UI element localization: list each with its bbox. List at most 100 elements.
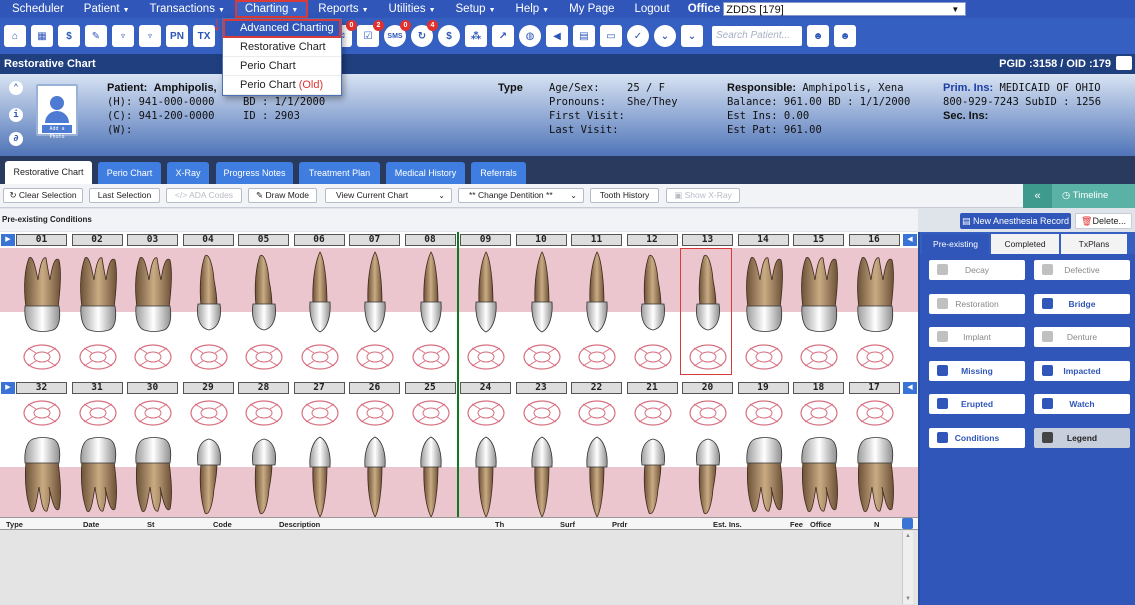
tooth-number-01[interactable]: 01: [16, 234, 67, 246]
menu-my-page[interactable]: My Page: [559, 0, 624, 18]
tooth-12[interactable]: [630, 250, 676, 340]
occlusal-view-20[interactable]: [688, 399, 728, 427]
occlusal-view-03[interactable]: [133, 343, 173, 371]
view-chart-select[interactable]: View Current Chart ⌄: [325, 188, 452, 203]
occlusal-view-21[interactable]: [633, 399, 673, 427]
occlusal-view-12[interactable]: [633, 343, 673, 371]
tab-x-ray[interactable]: X-Ray: [167, 162, 209, 184]
tab-txplans[interactable]: TxPlans: [1061, 234, 1127, 254]
occlusal-view-04[interactable]: [189, 343, 229, 371]
occlusal-view-06[interactable]: [300, 343, 340, 371]
menu-utilities[interactable]: Utilities ▼: [379, 0, 446, 18]
tab-restorative-chart[interactable]: Restorative Chart: [5, 161, 92, 184]
paperclip-icon[interactable]: ∂: [9, 132, 23, 146]
timeline-button[interactable]: ◷ Timeline: [1052, 184, 1135, 208]
tooth-number-07[interactable]: 07: [349, 234, 400, 246]
tab-completed[interactable]: Completed: [991, 234, 1059, 254]
tooth-number-09[interactable]: 09: [460, 234, 511, 246]
calendar-icon[interactable]: ▦: [31, 25, 53, 47]
tooth-31[interactable]: [75, 429, 121, 519]
menu-item-perio-chart[interactable]: Perio Chart: [223, 57, 341, 76]
tooth-14[interactable]: [741, 250, 787, 340]
occlusal-view-31[interactable]: [78, 399, 118, 427]
tooth-22[interactable]: [574, 429, 620, 519]
column-header[interactable]: Surf: [560, 520, 575, 529]
occlusal-view-30[interactable]: [133, 399, 173, 427]
tooth-number-29[interactable]: 29: [182, 382, 234, 394]
occlusal-view-22[interactable]: [577, 399, 617, 427]
tooth-17[interactable]: [852, 429, 898, 519]
tooth-04[interactable]: [186, 250, 232, 340]
globe-icon[interactable]: ◍: [519, 25, 541, 47]
column-header[interactable]: Code: [213, 520, 232, 529]
column-header[interactable]: N: [874, 520, 879, 529]
office-select[interactable]: ZDDS [179] ▼: [723, 2, 967, 16]
implant-button[interactable]: Implant: [929, 327, 1025, 347]
home-icon[interactable]: ⌂: [4, 25, 26, 47]
scroll-up-icon[interactable]: ▲: [905, 533, 911, 539]
tooth-number-25[interactable]: 25: [404, 382, 456, 394]
column-header[interactable]: Fee: [790, 520, 803, 529]
draw-mode-button[interactable]: ✎ Draw Mode: [248, 188, 317, 203]
tab-medical-history[interactable]: Medical History: [386, 162, 465, 184]
defective-button[interactable]: Defective: [1034, 260, 1130, 280]
tooth-number-05[interactable]: 05: [238, 234, 289, 246]
occlusal-view-15[interactable]: [799, 343, 839, 371]
occlusal-view-08[interactable]: [411, 343, 451, 371]
legend-button[interactable]: Legend: [1034, 427, 1130, 448]
group-search-icon[interactable]: ☻: [834, 25, 856, 47]
column-header[interactable]: Prdr: [612, 520, 627, 529]
erupted-button[interactable]: Erupted: [929, 394, 1025, 414]
table-scrollbar[interactable]: ▲ ▼: [902, 531, 913, 604]
tooth-number-08[interactable]: 08: [404, 234, 456, 246]
tooth-30[interactable]: [130, 429, 176, 519]
tooth-13[interactable]: [685, 250, 731, 340]
decay-button[interactable]: Decay: [929, 260, 1025, 280]
occlusal-view-14[interactable]: [744, 343, 784, 371]
document-icon[interactable]: ▭: [600, 25, 622, 47]
menu-item-perio-chart-old[interactable]: Perio Chart (Old): [223, 76, 341, 95]
menu-charting[interactable]: Charting ▼: [234, 0, 309, 18]
tooth-11[interactable]: [574, 250, 620, 340]
tooth-number-16[interactable]: 16: [848, 234, 900, 246]
play-right-icon[interactable]: ▶: [1, 382, 15, 394]
menu-logout[interactable]: Logout: [625, 0, 680, 18]
refresh-icon[interactable]: ↻ 4: [411, 20, 438, 47]
printer-icon[interactable]: ▤: [573, 25, 595, 47]
tooth-number-23[interactable]: 23: [515, 382, 567, 394]
occlusal-view-23[interactable]: [522, 399, 562, 427]
sms-icon[interactable]: SMS 0: [384, 20, 411, 47]
watch-button[interactable]: Watch: [1034, 394, 1130, 414]
table-settings-icon[interactable]: [902, 518, 913, 529]
tooth-number-31[interactable]: 31: [71, 382, 123, 394]
tab-treatment-plan[interactable]: Treatment Plan: [299, 162, 380, 184]
tooth-15[interactable]: [796, 250, 842, 340]
occlusal-view-27[interactable]: [300, 399, 340, 427]
tooth-number-24[interactable]: 24: [460, 382, 511, 394]
tooth-number-19[interactable]: 19: [737, 382, 789, 394]
occlusal-view-17[interactable]: [855, 399, 895, 427]
tooth-number-12[interactable]: 12: [626, 234, 678, 246]
chart-icon[interactable]: ↗: [492, 25, 514, 47]
tooth-24[interactable]: [463, 429, 509, 519]
tooth-03[interactable]: [130, 250, 176, 340]
occlusal-view-02[interactable]: [78, 343, 118, 371]
tooth-16[interactable]: [852, 250, 898, 340]
tooth-29[interactable]: [186, 429, 232, 519]
double-chevron-left-icon[interactable]: «: [1023, 184, 1052, 208]
tooth-20[interactable]: [685, 429, 731, 519]
tooth-number-26[interactable]: 26: [349, 382, 400, 394]
occlusal-view-16[interactable]: [855, 343, 895, 371]
tooth-02[interactable]: [75, 250, 121, 340]
occlusal-view-29[interactable]: [189, 399, 229, 427]
tooth-number-04[interactable]: 04: [182, 234, 234, 246]
clear-selection-button[interactable]: ↻ Clear Selection: [3, 188, 83, 203]
column-header[interactable]: Date: [83, 520, 99, 529]
payment-icon[interactable]: $: [438, 25, 460, 47]
tooth-19[interactable]: [741, 429, 787, 519]
tooth-number-28[interactable]: 28: [238, 382, 289, 394]
tooth-number-06[interactable]: 06: [293, 234, 345, 246]
shield-chevron-icon[interactable]: ⌄: [654, 25, 676, 47]
patient-search-icon[interactable]: ☻: [807, 25, 829, 47]
menu-item-advanced-charting[interactable]: Advanced Charting: [223, 19, 341, 38]
